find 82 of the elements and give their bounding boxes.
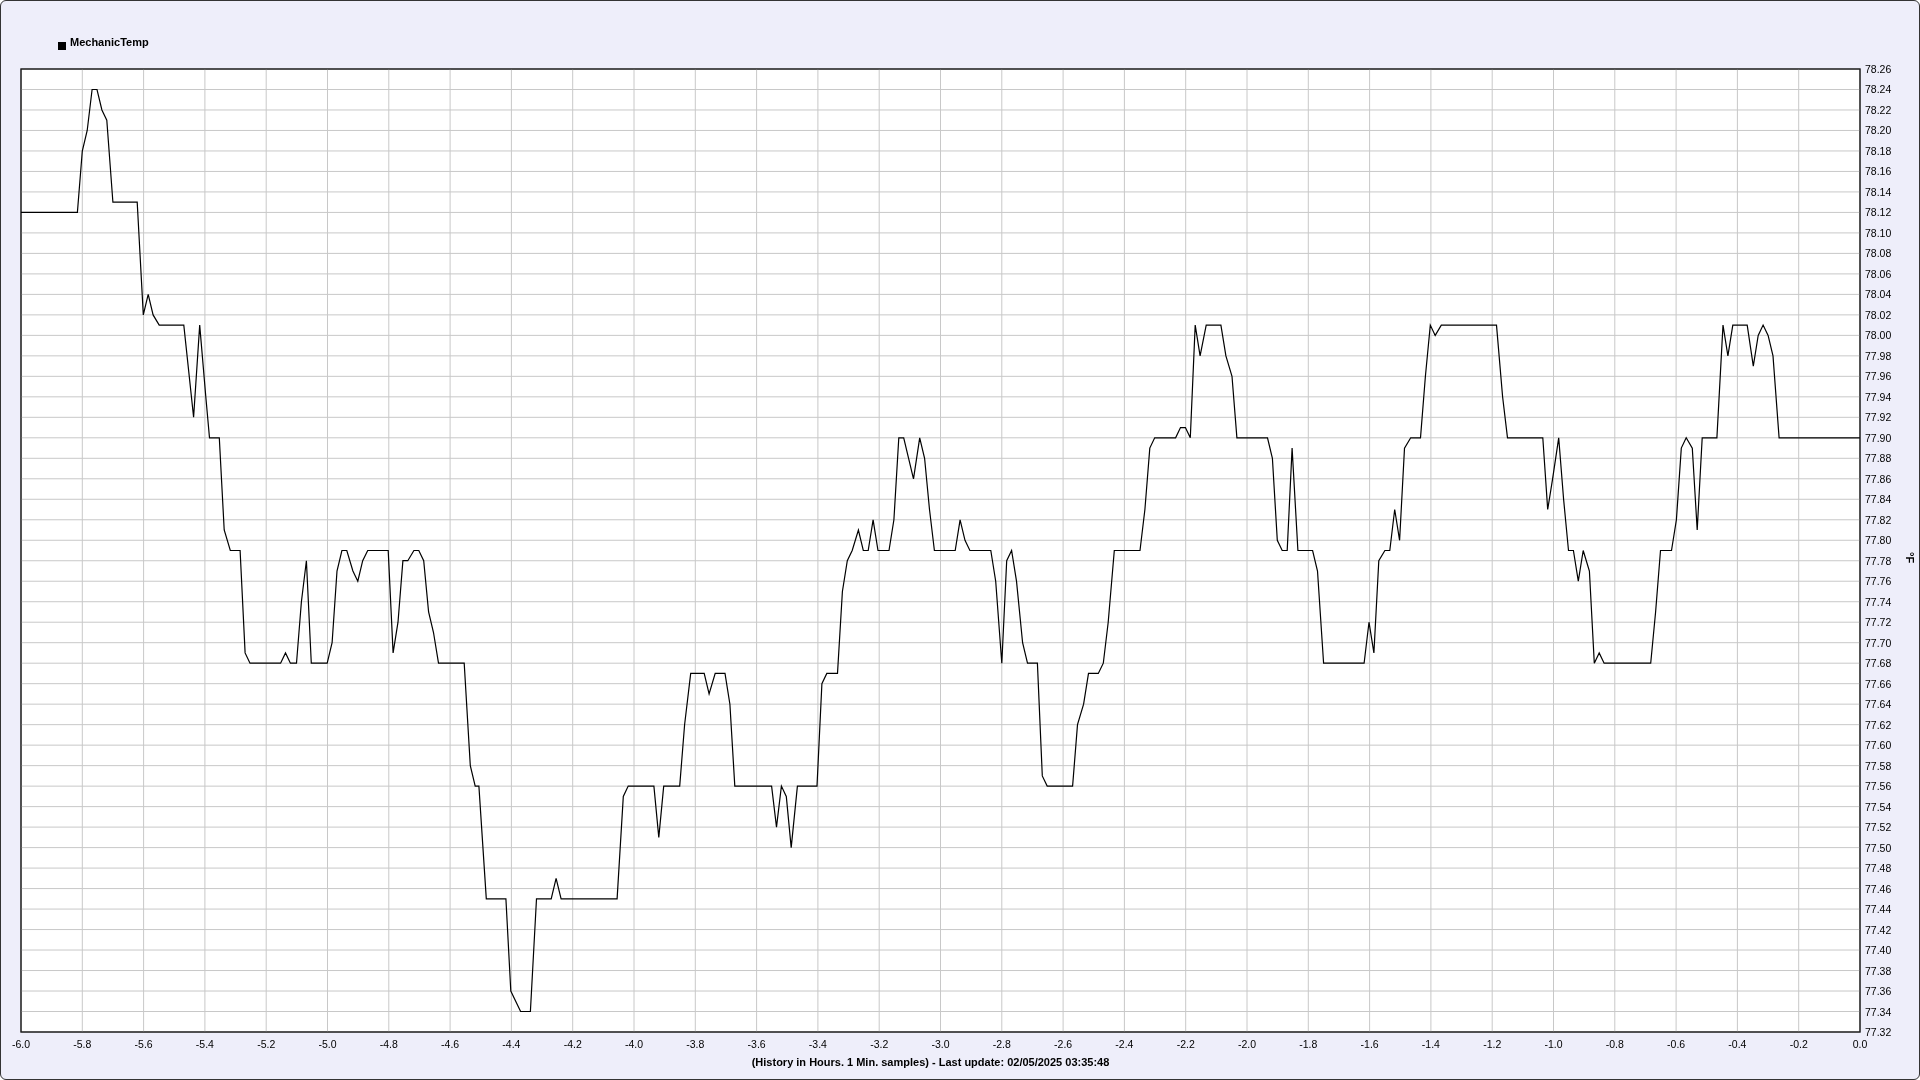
y-tick-label: 78.24 — [1865, 83, 1892, 96]
y-tick-label: 77.94 — [1865, 390, 1892, 403]
x-tick-label: -5.0 — [318, 1038, 337, 1050]
y-tick-label: 77.90 — [1865, 431, 1892, 444]
y-tick-label: 77.84 — [1865, 493, 1892, 506]
y-tick-label: 77.76 — [1865, 575, 1892, 588]
y-tick-label: 77.38 — [1865, 964, 1892, 977]
y-tick-label: 77.58 — [1865, 759, 1892, 772]
y-tick-label: 78.22 — [1865, 104, 1892, 116]
x-tick-label: -4.6 — [441, 1038, 460, 1050]
y-tick-label: 77.44 — [1865, 903, 1892, 916]
y-tick-label: 77.52 — [1865, 821, 1892, 834]
y-tick-label: 77.50 — [1865, 841, 1892, 854]
y-tick-label: 77.68 — [1865, 657, 1892, 670]
x-tick-label: -3.8 — [686, 1038, 705, 1050]
y-tick-label: 77.42 — [1865, 923, 1892, 936]
y-axis-label: °F — [1904, 552, 1916, 564]
x-tick-label: -2.6 — [1054, 1038, 1073, 1050]
y-tick-label: 77.46 — [1865, 882, 1892, 895]
x-axis-label: (History in Hours. 1 Min. samples) - Last update: 02/05/2025 03:35:48 — [751, 1056, 1110, 1068]
y-tick-label: 78.06 — [1865, 267, 1892, 280]
y-tick-label: 77.62 — [1865, 718, 1892, 731]
y-tick-label: 78.02 — [1865, 308, 1892, 321]
y-tick-label: 78.14 — [1865, 185, 1892, 198]
x-tick-label: -3.2 — [870, 1038, 889, 1050]
y-tick-label: 77.74 — [1865, 595, 1892, 608]
y-tick-label: 77.56 — [1865, 780, 1892, 793]
x-tick-label: -0.6 — [1667, 1038, 1686, 1050]
y-tick-label: 77.54 — [1865, 800, 1892, 813]
x-tick-label: -2.4 — [1115, 1038, 1134, 1050]
x-tick-label: -4.8 — [379, 1038, 398, 1050]
x-tick-label: -3.6 — [747, 1038, 766, 1050]
x-tick-label: -5.6 — [134, 1038, 153, 1050]
y-tick-label: 77.34 — [1865, 1005, 1892, 1018]
legend-label: MechanicTemp — [70, 34, 149, 50]
x-tick-label: -4.0 — [624, 1038, 644, 1050]
y-tick-label: 77.82 — [1865, 513, 1892, 526]
x-tick-label: -1.2 — [1483, 1038, 1502, 1050]
y-tick-label: 77.36 — [1865, 985, 1892, 997]
y-tick-label: 78.20 — [1865, 124, 1892, 137]
x-tick-label: -1.6 — [1360, 1038, 1379, 1050]
x-tick-label: -3.0 — [931, 1038, 950, 1050]
x-tick-label: -1.8 — [1299, 1038, 1318, 1050]
x-tick-label: -2.0 — [1237, 1038, 1257, 1050]
y-tick-label: 77.88 — [1865, 452, 1892, 465]
x-tick-label: -5.4 — [195, 1038, 214, 1050]
y-tick-label: 78.16 — [1865, 165, 1892, 178]
y-tick-label: 77.60 — [1865, 739, 1892, 752]
x-tick-label: 0.0 — [1852, 1038, 1868, 1050]
y-tick-label: 77.96 — [1865, 370, 1892, 383]
x-tick-label: -4.2 — [563, 1038, 582, 1050]
x-tick-label: -1.0 — [1544, 1038, 1563, 1050]
y-tick-label: 77.48 — [1865, 862, 1892, 875]
y-tick-label: 78.04 — [1865, 288, 1892, 301]
y-tick-label: 78.18 — [1865, 144, 1892, 157]
y-tick-label: 77.86 — [1865, 472, 1892, 485]
y-tick-label: 78.00 — [1865, 329, 1892, 342]
y-tick-label: 77.66 — [1865, 677, 1892, 690]
x-tick-label: -0.4 — [1728, 1038, 1747, 1050]
y-tick-label: 77.98 — [1865, 349, 1892, 362]
y-tick-label: 77.64 — [1865, 698, 1892, 711]
y-tick-label: 77.80 — [1865, 534, 1892, 547]
y-tick-label: 78.26 — [1865, 63, 1892, 75]
y-tick-label: 77.78 — [1865, 554, 1892, 567]
y-tick-label: 78.12 — [1865, 206, 1892, 219]
y-tick-label: 77.32 — [1865, 1026, 1892, 1038]
x-tick-label: -5.2 — [257, 1038, 276, 1050]
y-tick-label: 77.70 — [1865, 636, 1892, 649]
x-tick-label: -3.4 — [808, 1038, 827, 1050]
x-tick-label: -2.2 — [1176, 1038, 1195, 1050]
y-tick-label: 77.72 — [1865, 616, 1892, 629]
x-tick-label: -0.8 — [1605, 1038, 1624, 1050]
y-tick-label: 77.92 — [1865, 411, 1892, 424]
x-tick-label: -5.8 — [73, 1038, 92, 1050]
x-tick-label: -6.0 — [11, 1038, 31, 1050]
x-tick-label: -1.4 — [1421, 1038, 1440, 1050]
x-tick-label: -2.8 — [992, 1038, 1011, 1050]
x-tick-label: -4.4 — [502, 1038, 521, 1050]
y-tick-label: 78.08 — [1865, 247, 1892, 260]
y-tick-label: 78.10 — [1865, 226, 1892, 239]
y-tick-label: 77.40 — [1865, 944, 1892, 957]
x-tick-label: -0.2 — [1789, 1038, 1808, 1050]
